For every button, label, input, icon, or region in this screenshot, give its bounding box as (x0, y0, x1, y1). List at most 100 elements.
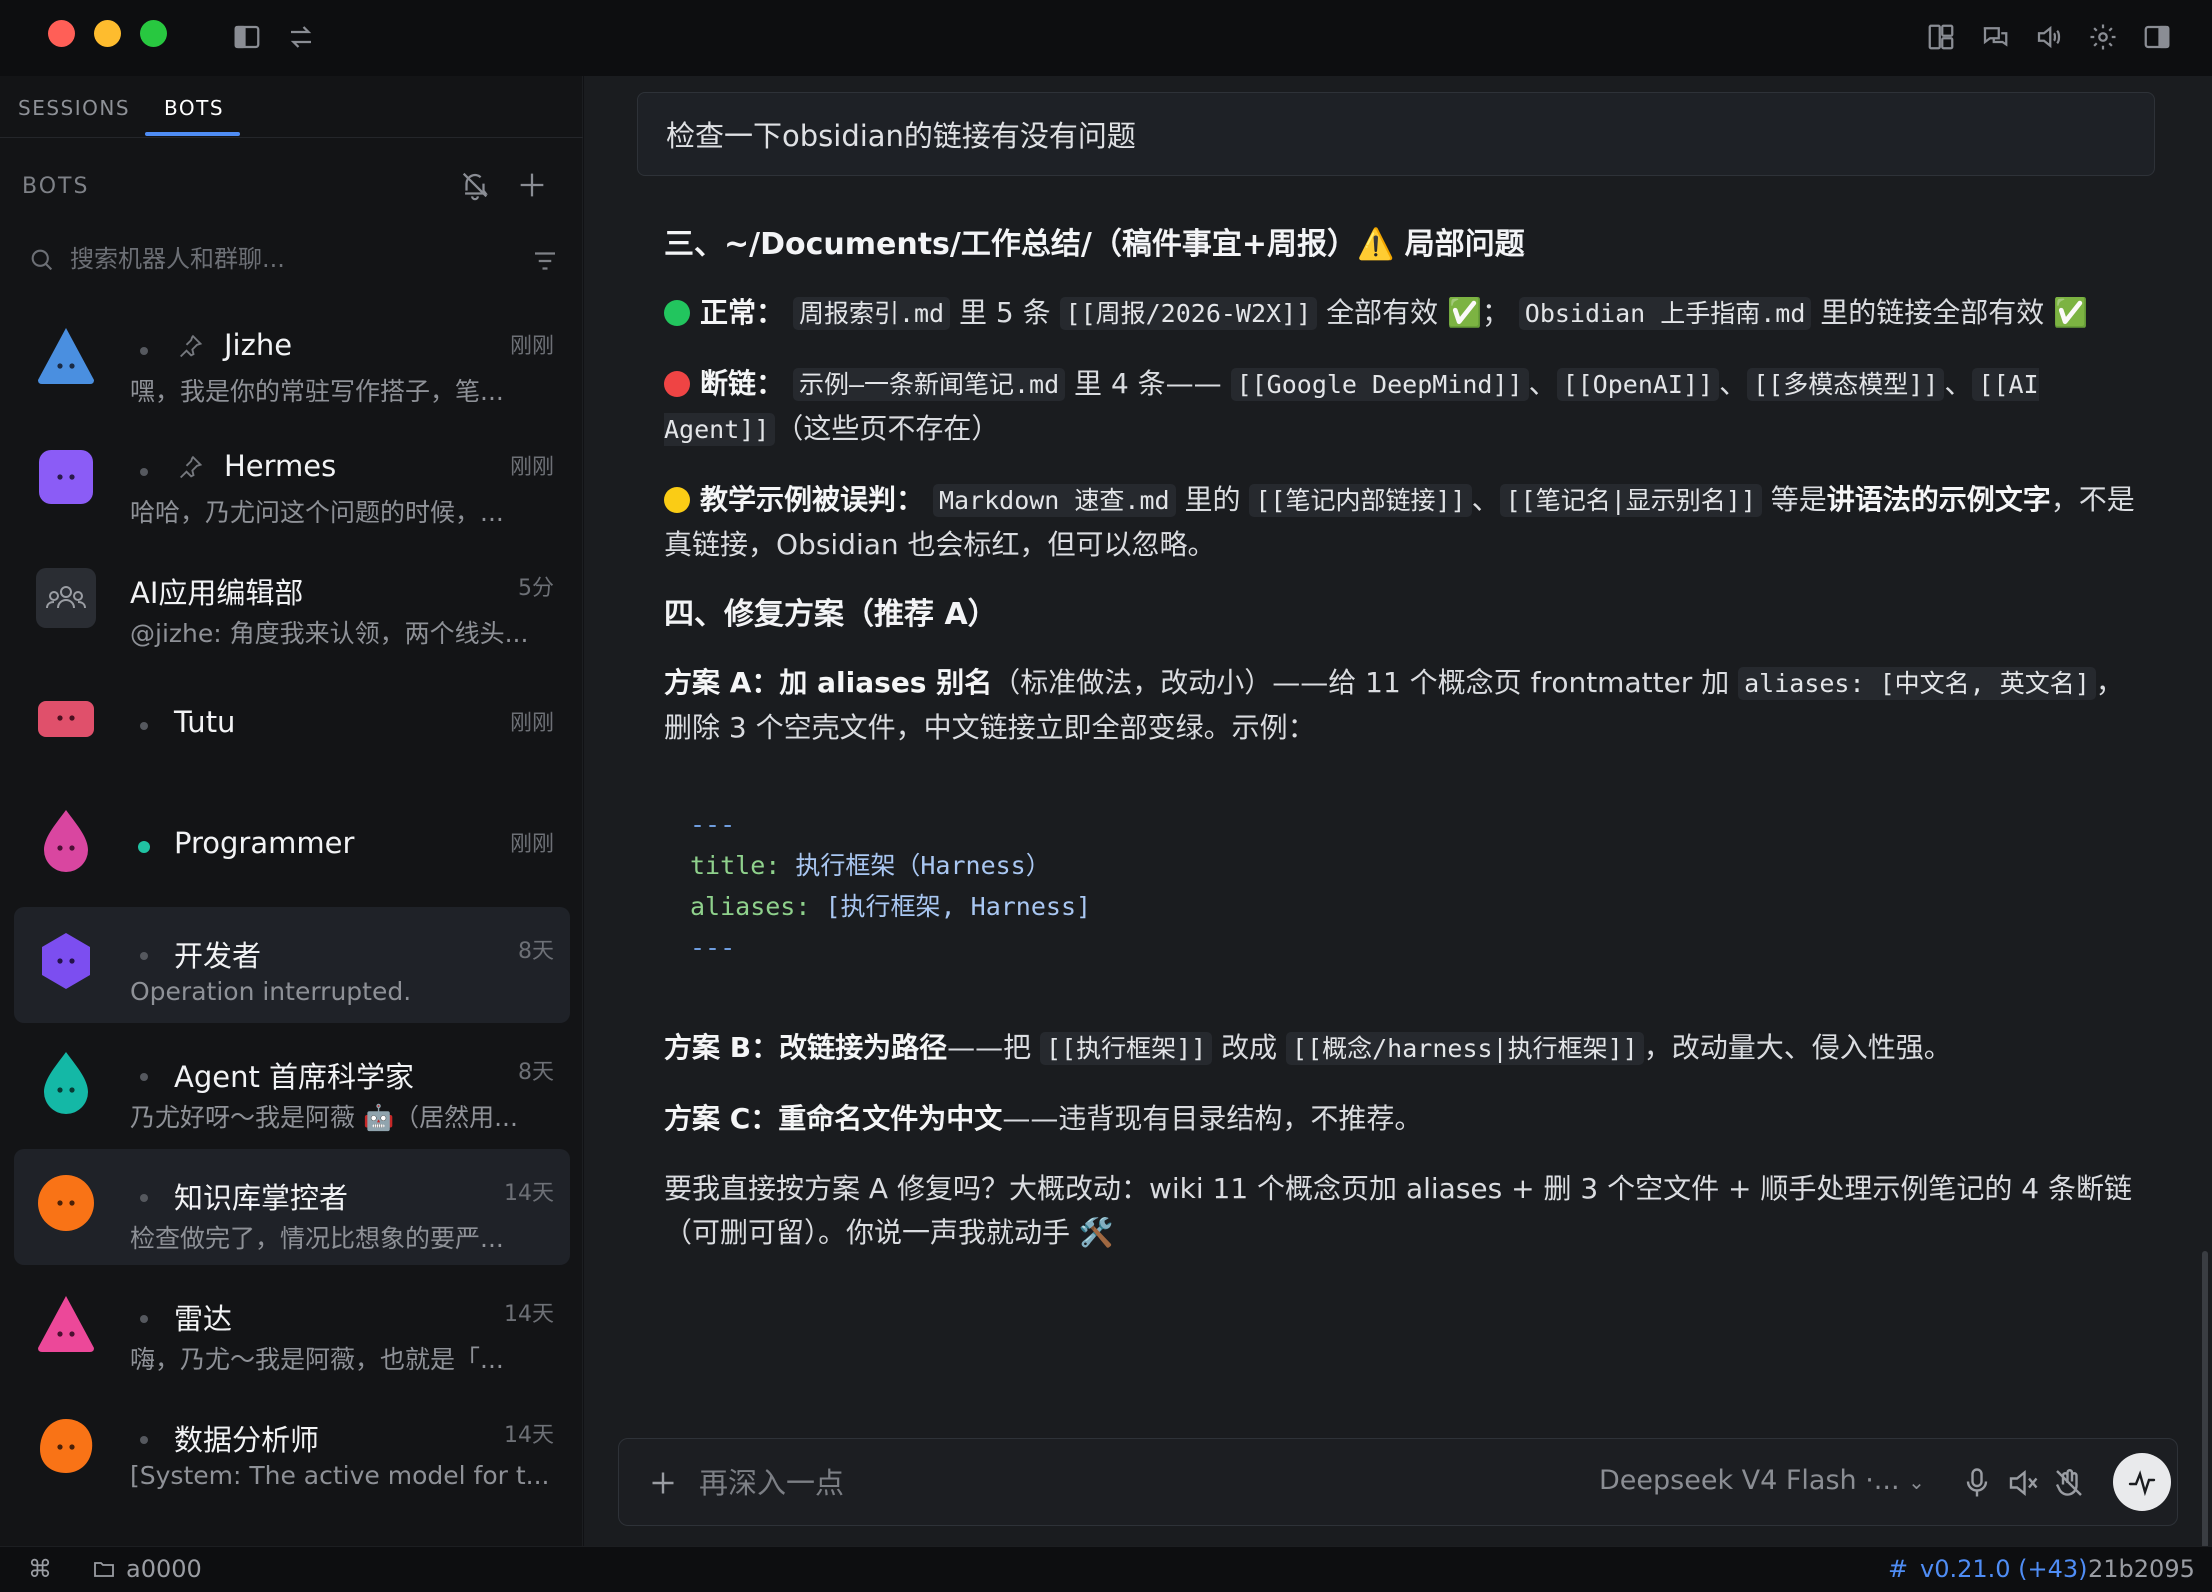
message-composer: Deepseek V4 Flash ·... ⌄ (618, 1438, 2178, 1526)
status-dot (140, 468, 148, 476)
model-label: Deepseek V4 Flash ·... (1599, 1465, 1900, 1496)
bot-preview: @jizhe: 角度我来认领，两个线头... (130, 619, 529, 648)
bot-item-programmer[interactable]: Programmer 刚刚 (14, 786, 570, 902)
broken-links-line: 断链： 示例—一条新闻笔记.md 里 4 条—— [[Google DeepMi… (664, 367, 2039, 446)
bot-name: 开发者 (174, 939, 262, 973)
status-dot (140, 1315, 148, 1323)
bot-preview: Operation interrupted. (130, 977, 412, 1006)
bot-item-tutu[interactable]: Tutu 刚刚 (14, 665, 570, 781)
green-circle-icon (664, 300, 690, 326)
gear-icon[interactable] (2088, 22, 2118, 52)
misread-examples-line: 教学示例被误判： Markdown 速查.md 里的 [[笔记内部链接]]、[[… (664, 483, 2135, 561)
status-dot (140, 1436, 148, 1444)
chat-pane: 检查一下obsidian的链接有没有问题 三、~/Documents/工作总结/… (584, 76, 2212, 1546)
bot-avatar (32, 1411, 100, 1479)
chat-scrollbar[interactable] (2202, 1251, 2208, 1546)
model-selector[interactable]: Deepseek V4 Flash ·... ⌄ (1599, 1465, 1925, 1496)
message-input[interactable] (699, 1459, 1479, 1507)
bot-preview: [System: The active model for t... (130, 1461, 550, 1490)
bot-time: 刚刚 (509, 832, 554, 857)
layout-icon[interactable] (1926, 22, 1956, 52)
bots-section-title: BOTS (22, 174, 90, 199)
bot-time: 刚刚 (509, 711, 554, 736)
group-avatar (32, 564, 100, 632)
section-4-title: 四、修复方案（推荐 A） (664, 597, 998, 632)
bot-time: 刚刚 (509, 455, 554, 480)
sidebar-tabs: SESSIONS BOTS (0, 76, 583, 138)
tab-bots[interactable]: BOTS (164, 96, 224, 120)
add-bot-icon[interactable] (515, 168, 549, 206)
status-bar: ⌘ a0000 # v0.21.0 (+43) 21b2095 (0, 1546, 2212, 1592)
voice-waveform-button[interactable] (2113, 1453, 2171, 1511)
bot-time: 14天 (504, 1302, 554, 1327)
bot-name: Programmer (174, 826, 355, 860)
bot-time: 刚刚 (509, 334, 554, 359)
bot-item-data-analyst[interactable]: 数据分析师 14天 [System: The active model for … (14, 1391, 570, 1507)
bot-time: 8天 (518, 1060, 554, 1085)
zoom-window-button[interactable] (140, 20, 167, 47)
swap-icon[interactable] (286, 22, 316, 52)
filter-icon[interactable] (530, 246, 560, 280)
hash-icon: # (1888, 1555, 1909, 1583)
assistant-reply: 三、~/Documents/工作总结/（稿件事宜+周报）⚠️ 局部问题 正常： … (664, 221, 2144, 1281)
bot-list: Jizhe 刚刚 嘿，我是你的常驻写作搭子，笔... Hermes 刚刚 哈哈，… (14, 302, 570, 1512)
bot-item-radar[interactable]: 雷达 14天 嗨，乃尤～我是阿薇，也就是「... (14, 1270, 570, 1386)
commit-hash: 21b2095 (2088, 1555, 2195, 1583)
title-bar (0, 0, 2212, 76)
sidebar-toggle-icon[interactable] (232, 22, 262, 52)
status-dot (140, 722, 148, 730)
bot-time: 8天 (518, 939, 554, 964)
bot-name: 雷达 (174, 1302, 233, 1336)
folder-icon (92, 1557, 116, 1587)
bot-name: AI应用编辑部 (130, 576, 304, 610)
sidebar: SESSIONS BOTS BOTS Jizhe 刚刚 嘿，我是你的常驻写作搭子… (0, 76, 583, 1546)
search-input[interactable] (70, 238, 510, 280)
chevron-down-icon: ⌄ (1908, 1470, 1925, 1494)
bot-avatar (32, 927, 100, 995)
bot-item-jizhe[interactable]: Jizhe 刚刚 嘿，我是你的常驻写作搭子，笔... (14, 302, 570, 418)
pin-icon (176, 453, 204, 485)
right-panel-toggle-icon[interactable] (2142, 22, 2172, 52)
command-icon[interactable]: ⌘ (28, 1555, 52, 1583)
user-message: 检查一下obsidian的链接有没有问题 (637, 92, 2155, 176)
status-dot (140, 1194, 148, 1202)
bot-name: 数据分析师 (174, 1423, 320, 1457)
volume-icon[interactable] (2034, 22, 2064, 52)
normal-status-line: 正常： 周报索引.md 里 5 条 [[周报/2026-W2X]] 全部有效 ✅… (664, 291, 2144, 336)
bot-avatar (32, 806, 100, 874)
minimize-window-button[interactable] (94, 20, 121, 47)
close-window-button[interactable] (48, 20, 75, 47)
bot-name: Agent 首席科学家 (174, 1060, 415, 1094)
red-circle-icon (664, 371, 690, 397)
attach-plus-icon[interactable] (645, 1465, 681, 1505)
search-bar (22, 238, 562, 280)
bot-avatar (32, 685, 100, 753)
status-dot (140, 952, 148, 960)
hand-off-icon[interactable] (2051, 1465, 2087, 1505)
bot-preview: 乃尤好呀～我是阿薇 🤖（居然用... (130, 1103, 518, 1132)
tab-sessions[interactable]: SESSIONS (18, 96, 130, 120)
workspace-folder[interactable]: a0000 (126, 1555, 202, 1583)
bot-item-knowledge-keeper[interactable]: 知识库掌控者 14天 检查做完了，情况比想象的要严... (14, 1149, 570, 1265)
speaker-muted-icon[interactable] (2005, 1465, 2041, 1505)
bot-item-developer[interactable]: 开发者 8天 Operation interrupted. (14, 907, 570, 1023)
bot-name: Tutu (174, 705, 236, 739)
bot-preview: 哈哈，乃尤问这个问题的时候，... (130, 498, 504, 527)
search-icon (28, 246, 56, 278)
mute-notifications-icon[interactable] (458, 168, 492, 206)
bot-preview: 嗨，乃尤～我是阿薇，也就是「... (130, 1345, 504, 1374)
frontmatter-code-block: --- title: 执行框架（Harness） aliases: [执行框架,… (690, 810, 1092, 962)
bot-name: Hermes (224, 449, 337, 483)
bot-time: 14天 (504, 1423, 554, 1448)
bot-item-ai-editorial[interactable]: AI应用编辑部 5分 @jizhe: 角度我来认领，两个线头... (14, 544, 570, 660)
closing-message: 要我直接按方案 A 修复吗？大概改动：wiki 11 个概念页加 aliases… (664, 1172, 2132, 1249)
yellow-circle-icon (664, 487, 690, 513)
pin-icon (176, 332, 204, 364)
chat-bubbles-icon[interactable] (1980, 22, 2010, 52)
bot-item-hermes[interactable]: Hermes 刚刚 哈哈，乃尤问这个问题的时候，... (14, 423, 570, 539)
microphone-icon[interactable] (1959, 1465, 1995, 1505)
bot-time: 5分 (518, 576, 554, 601)
bot-item-chief-scientist[interactable]: Agent 首席科学家 8天 乃尤好呀～我是阿薇 🤖（居然用... (14, 1028, 570, 1144)
plan-a: 方案 A：加 aliases 别名（标准做法，改动小）——给 11 个概念页 f… (664, 666, 2124, 744)
bot-avatar (32, 322, 100, 390)
